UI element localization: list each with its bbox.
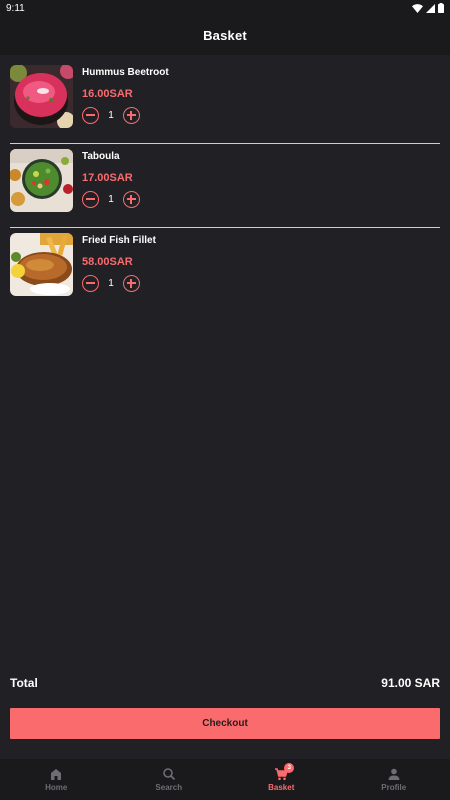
nav-label: Search <box>155 783 183 792</box>
nav-item-basket[interactable]: 3 Basket <box>225 759 338 800</box>
checkout-button[interactable]: Checkout <box>10 708 440 739</box>
minus-icon <box>86 282 95 284</box>
status-bar: 9:11 <box>0 0 450 16</box>
battery-icon <box>438 3 444 13</box>
item-price: 17.00SAR <box>82 172 133 184</box>
item-name: Fried Fish Fillet <box>82 235 156 246</box>
quantity-value: 1 <box>108 110 114 121</box>
quantity-stepper: 1 <box>82 191 140 208</box>
increase-quantity-button[interactable] <box>123 275 140 292</box>
basket-item: Fried Fish Fillet 58.00SAR 1 <box>10 228 440 312</box>
minus-icon <box>86 114 95 116</box>
page-title: Basket <box>203 28 247 43</box>
increase-quantity-button[interactable] <box>123 191 140 208</box>
app-bar: Basket <box>0 16 450 55</box>
decrease-quantity-button[interactable] <box>82 275 99 292</box>
basket-item: Hummus Beetroot 16.00SAR 1 <box>10 60 440 144</box>
nav-label: Basket <box>268 783 295 792</box>
quantity-value: 1 <box>108 194 114 205</box>
wifi-icon <box>412 3 423 13</box>
quantity-stepper: 1 <box>82 275 140 292</box>
nav-label: Home <box>45 783 68 792</box>
item-name: Hummus Beetroot <box>82 67 169 78</box>
nav-item-profile[interactable]: Profile <box>338 759 450 800</box>
basket-count-badge: 3 <box>284 763 295 773</box>
decrease-quantity-button[interactable] <box>82 191 99 208</box>
quantity-stepper: 1 <box>82 107 140 124</box>
status-time: 9:11 <box>6 2 25 14</box>
total-label: Total <box>10 676 38 690</box>
nav-item-home[interactable]: Home <box>0 759 113 800</box>
cart-icon: 3 <box>274 763 295 781</box>
total-row: Total 91.00 SAR <box>10 674 440 692</box>
search-icon <box>162 768 175 781</box>
person-icon <box>388 768 400 780</box>
item-price: 58.00SAR <box>82 256 133 268</box>
increase-quantity-button[interactable] <box>123 107 140 124</box>
bottom-nav: Home Search 3 Basket Profile <box>0 759 450 800</box>
item-name: Taboula <box>82 151 120 162</box>
signal-icon <box>426 3 435 13</box>
quantity-value: 1 <box>108 278 114 289</box>
nav-label: Profile <box>381 783 407 792</box>
basket-list: Hummus Beetroot 16.00SAR 1 Taboula 17.00… <box>10 60 440 312</box>
minus-icon <box>86 198 95 200</box>
item-image-taboula <box>10 149 73 212</box>
decrease-quantity-button[interactable] <box>82 107 99 124</box>
item-price: 16.00SAR <box>82 88 133 100</box>
status-icons <box>412 3 444 13</box>
item-image-hummus-beetroot <box>10 65 73 128</box>
nav-item-search[interactable]: Search <box>113 759 226 800</box>
basket-item: Taboula 17.00SAR 1 <box>10 144 440 228</box>
total-value: 91.00 SAR <box>381 676 440 690</box>
home-icon <box>51 769 62 780</box>
item-image-fried-fish-fillet <box>10 233 73 296</box>
